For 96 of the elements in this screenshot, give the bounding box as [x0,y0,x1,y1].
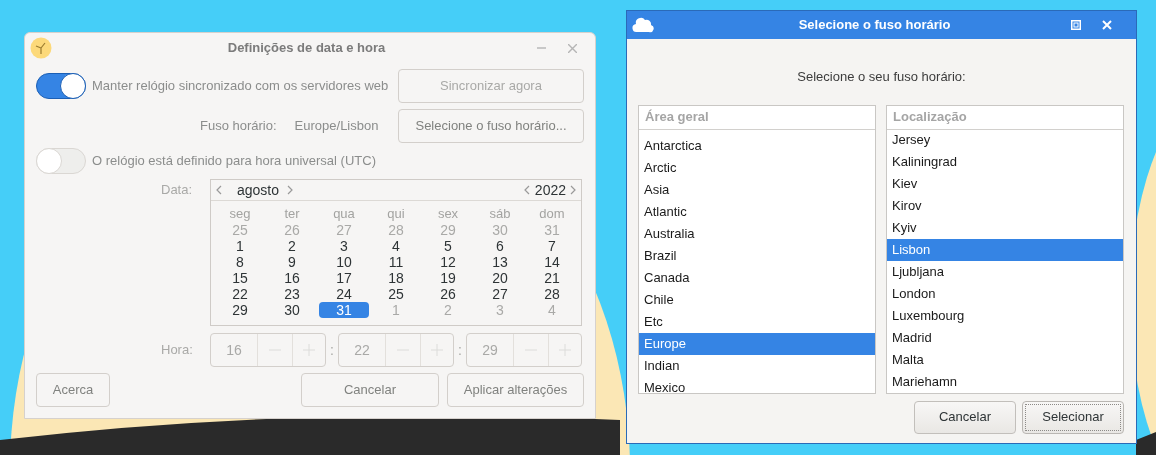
day-cell[interactable]: 23 [266,286,318,302]
weekday-label: qui [386,206,406,222]
location-list-item[interactable]: Lisbon [887,238,1123,261]
time-label: Hora: [161,341,194,360]
day-cell[interactable]: 11 [370,254,422,270]
day-cell[interactable]: 10 [318,254,370,270]
day-cell[interactable]: 28 [526,286,578,302]
location-list-item[interactable]: London [887,282,1123,305]
timezone-value: Europe/Lisbon [294,117,379,136]
day-cell[interactable]: 8 [214,254,266,270]
day-cell[interactable]: 13 [474,254,526,270]
maximize-icon [1071,20,1081,30]
day-cell[interactable]: 21 [526,270,578,286]
day-cell[interactable]: 5 [422,238,474,254]
location-list-item[interactable]: Malta [887,348,1123,371]
day-cell[interactable]: 14 [526,254,578,270]
day-cell[interactable]: 7 [526,238,578,254]
location-list-item[interactable]: Jersey [887,129,1123,151]
dialog-button[interactable]: Aplicar alterações [447,373,584,407]
calendar[interactable]: agosto 2022 seg ter qua qui sex sáb dom 25 26 27 28 29 30 31 1 2 3 4 5 6 7 8 9 10 11 12 13 14 15 16 17 18 19 20 21 22 23 24 25 26 27 28 29 30 31 1 2 3 4 [210,179,582,326]
day-cell[interactable]: 15 [214,270,266,286]
day-cell[interactable]: 27 [474,286,526,302]
weekday-label: qua [332,206,356,222]
weekday-label: sex [436,206,460,222]
location-list-item[interactable]: Luxembourg [887,304,1123,327]
location-list-item[interactable]: Kyiv [887,216,1123,239]
area-list-item[interactable]: Chile [639,288,875,311]
day-cell[interactable]: 20 [474,270,526,286]
window-title: Definições de data e hora [226,39,387,58]
area-list-item[interactable]: Brazil [639,244,875,267]
location-list-item[interactable]: Ljubljana [887,260,1123,283]
location-list-item[interactable]: Kirov [887,194,1123,217]
weekday-label: dom [538,206,566,222]
weekday-label: ter [283,206,301,222]
previous-month-icon [216,185,222,195]
minimize-icon [537,47,546,49]
day-cell[interactable]: 1 [214,238,266,254]
area-list-item[interactable]: Asia [639,178,875,201]
day-cell[interactable]: 17 [318,270,370,286]
location-list-item[interactable]: Kaliningrad [887,150,1123,173]
dialog-button[interactable]: Cancelar [301,373,439,407]
location-list-item[interactable]: Mariehamn [887,370,1123,393]
previous-year-icon [523,185,530,195]
time-value: 22 [353,340,371,360]
utc-label: O relógio está definido para hora universal (UTC) [92,152,376,171]
day-cell[interactable]: 2 [266,238,318,254]
day-cell[interactable]: 22 [214,286,266,302]
time-value: 29 [481,340,499,360]
area-list-item[interactable]: Antarctica [639,134,875,157]
timezone-label: Fuso horário: [200,117,277,136]
date-label: Data: [161,181,194,199]
weekday-label: sáb [488,206,512,222]
day-cell[interactable]: 25 [370,286,422,302]
sync-label: Manter relógio sincronizado com os servidores web [92,77,389,96]
clock-icon [30,37,52,59]
day-cell[interactable]: 16 [266,270,318,286]
area-list-item[interactable]: Atlantic [639,200,875,223]
month-label: agosto [237,180,280,200]
dialog-button[interactable]: Selecionar [1022,400,1124,434]
area-list-item[interactable]: Indian [639,354,875,377]
weekday-label: seg [228,206,252,222]
area-list-item[interactable]: Europe [639,332,875,355]
toggle-switch[interactable] [36,73,86,99]
day-cell[interactable]: 30 [266,302,318,318]
day-cell[interactable]: 31 [319,302,369,318]
about-button[interactable]: Acerca [36,373,110,407]
time-separator: : [457,340,463,360]
prompt-text: Selecione o seu fuso horário: [796,68,967,86]
next-month-icon [287,185,294,195]
area-list-item[interactable]: Etc [639,310,875,333]
year-label: 2022 [534,180,566,200]
day-cell[interactable]: 6 [474,238,526,254]
cloud-icon [632,17,654,33]
location-list-item[interactable]: Kiev [887,172,1123,195]
dialog-button[interactable]: Cancelar [914,400,1016,434]
area-list-item[interactable]: Canada [639,266,875,289]
next-year-icon [570,185,576,195]
time-separator: : [329,340,335,360]
day-cell[interactable]: 12 [422,254,474,270]
day-cell[interactable]: 3 [318,238,370,254]
location-list-item[interactable]: Madrid [887,326,1123,349]
close-icon [1102,20,1112,30]
select-timezone-button[interactable]: Selecione o fuso horário... [398,109,584,143]
area-list-item[interactable]: Australia [639,222,875,245]
day-cell[interactable]: 9 [266,254,318,270]
day-cell[interactable]: 24 [318,286,370,302]
day-cell[interactable]: 4 [370,238,422,254]
window-title: Selecione o fuso horário [797,16,952,35]
area-list-item[interactable]: Arctic [639,156,875,179]
area-list-item[interactable]: Mexico [639,376,875,393]
day-cell[interactable]: 19 [422,270,474,286]
close-icon [568,43,577,53]
day-cell[interactable]: 29 [214,302,266,318]
time-value: 16 [225,340,243,360]
day-cell[interactable]: 18 [370,270,422,286]
day-cell[interactable]: 26 [422,286,474,302]
